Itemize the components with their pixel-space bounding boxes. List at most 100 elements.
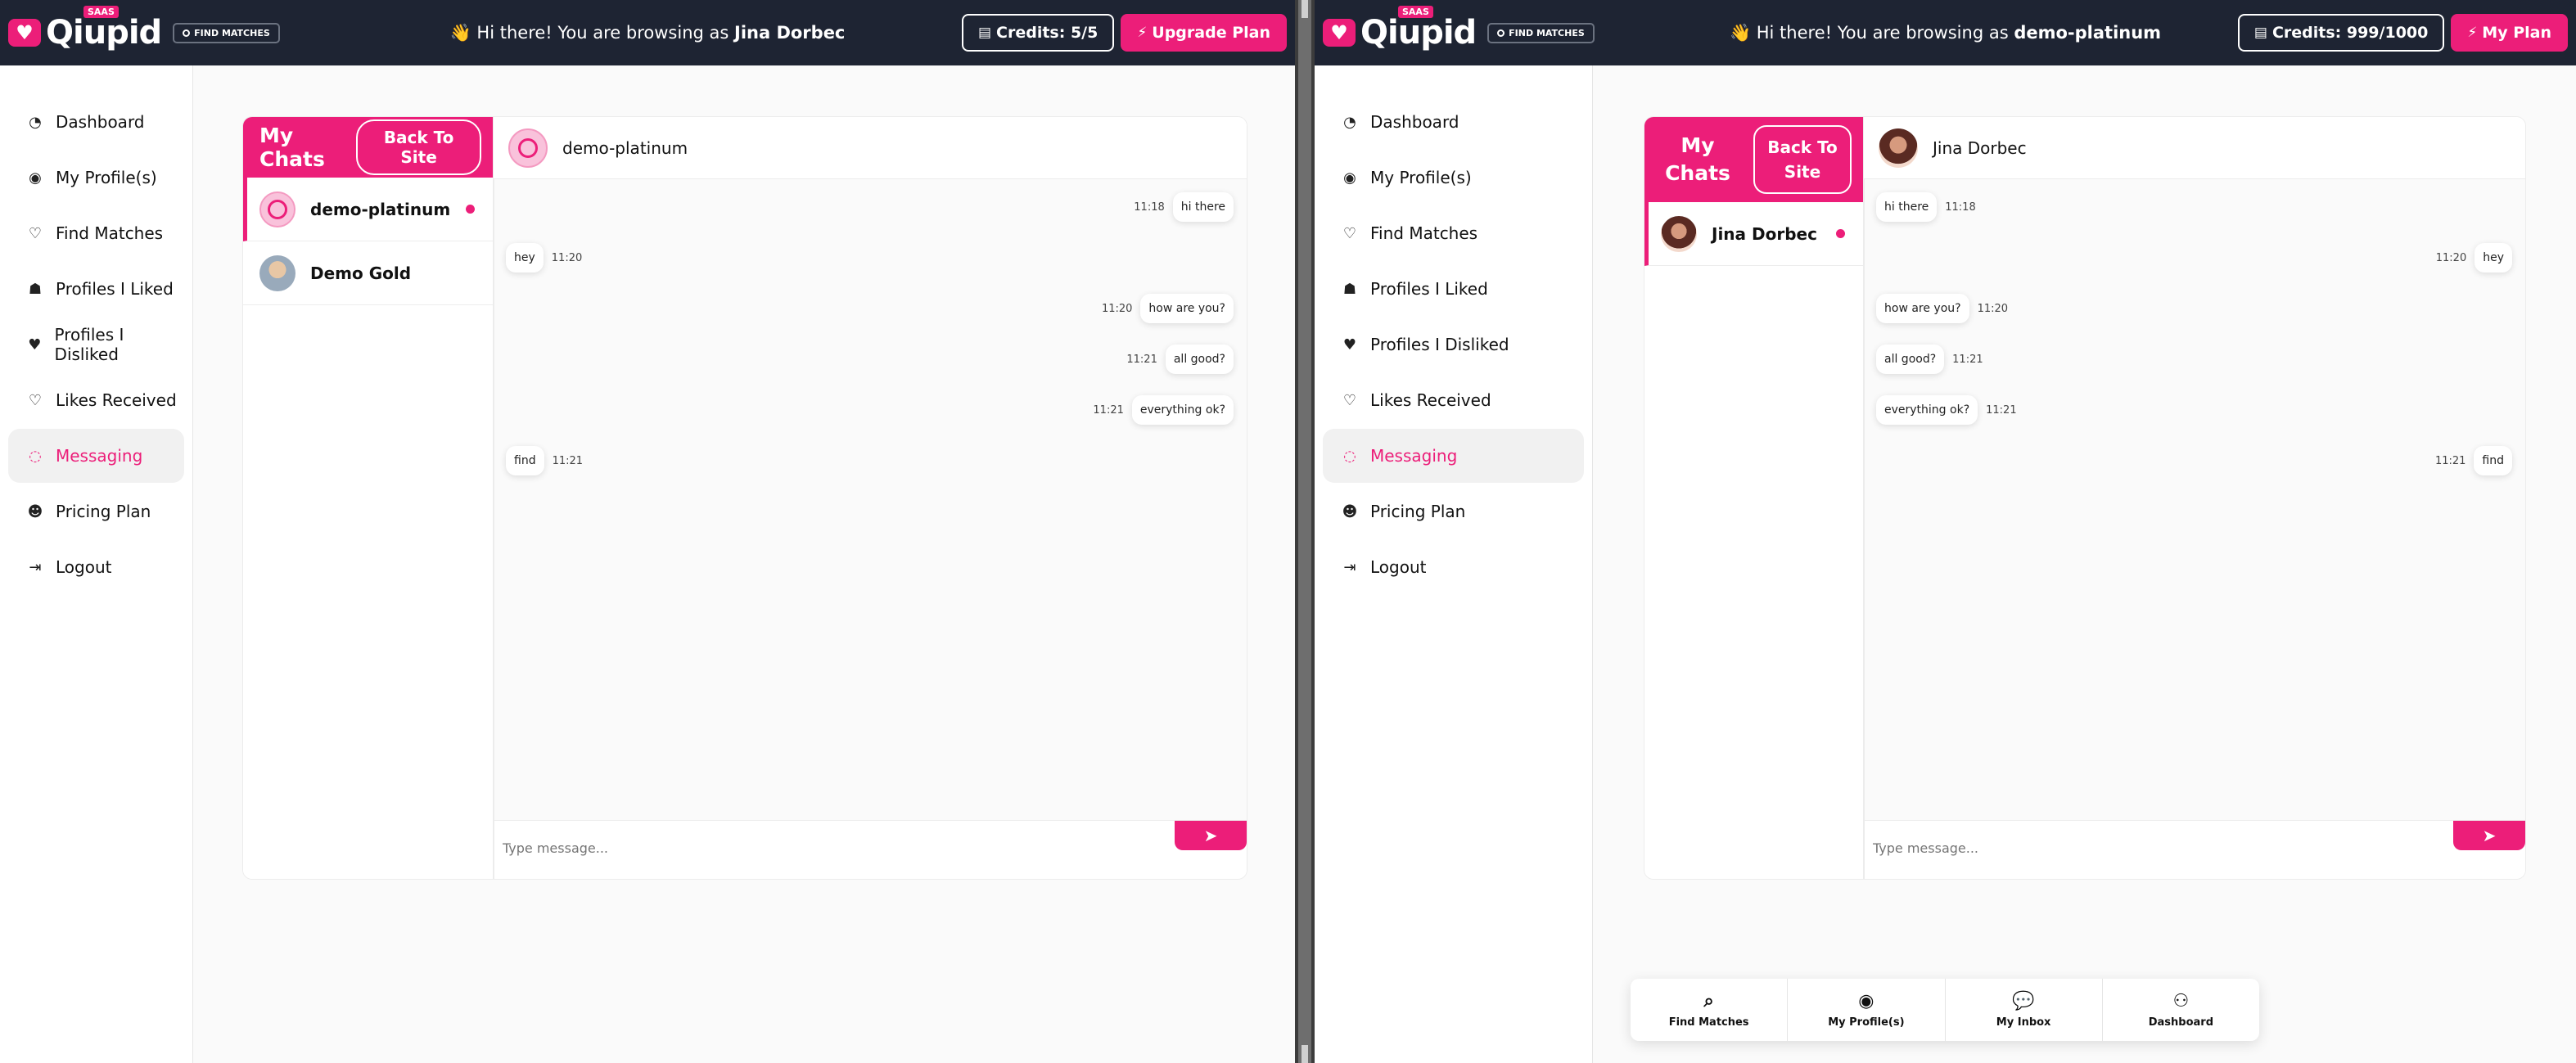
avatar bbox=[508, 128, 548, 168]
sidebar-item-find-matches[interactable]: ♡ Find Matches bbox=[1323, 206, 1584, 260]
top-bar: ♥ Qiupid SAAS FIND MATCHES 👋 Hi there! Y… bbox=[1315, 0, 2576, 65]
unread-dot bbox=[466, 205, 475, 214]
top-actions: ▤ Credits: 5/5 ⚡ Upgrade Plan bbox=[961, 14, 1287, 52]
logo[interactable]: ♥ Qiupid SAAS bbox=[8, 6, 162, 52]
broken-heart-icon: ♥ bbox=[28, 336, 42, 354]
sidebar-item-label: Messaging bbox=[56, 446, 143, 466]
broken-heart-icon: ♥ bbox=[1342, 336, 1357, 354]
sidebar-item-label: Find Matches bbox=[1370, 223, 1478, 243]
sidebar-item-label: Logout bbox=[56, 557, 112, 577]
bolt-icon: ⚡ bbox=[1137, 25, 1148, 41]
sidebar-item-logout[interactable]: ⇥ Logout bbox=[1323, 540, 1584, 594]
bottom-nav-label: My Profile(s) bbox=[1828, 1016, 1905, 1029]
sidebar-item-messaging[interactable]: ◌ Messaging bbox=[1323, 429, 1584, 483]
sidebar-item-label: Profiles I Disliked bbox=[54, 325, 124, 364]
find-matches-label: FIND MATCHES bbox=[1509, 27, 1585, 38]
message-bubble: hi there bbox=[1876, 192, 1938, 222]
message-time: 11:20 bbox=[1101, 302, 1133, 315]
back-to-site-button[interactable]: Back To Site bbox=[356, 119, 481, 175]
window-divider[interactable] bbox=[1295, 0, 1315, 1063]
greeting-user: demo-platinum bbox=[2014, 22, 2162, 43]
bottom-nav-find-matches[interactable]: ⌕ Find Matches bbox=[1631, 979, 1789, 1041]
chat-item-jina-dorbec[interactable]: Jina Dorbec bbox=[1644, 202, 1863, 266]
sidebar-item-profiles-i-liked[interactable]: ☗ Profiles I Liked bbox=[8, 262, 184, 316]
sidebar-item-profiles-i-disliked[interactable]: ♥ Profiles I Disliked bbox=[8, 318, 184, 372]
upgrade-plan-button[interactable]: ⚡ Upgrade Plan bbox=[1121, 14, 1287, 52]
message-bubble: find bbox=[2474, 446, 2512, 475]
send-icon: ➤ bbox=[1203, 826, 1218, 845]
sidebar-item-messaging[interactable]: ◌ Messaging bbox=[8, 429, 184, 483]
sidebar-item-profiles-i-disliked[interactable]: ♥ Profiles I Disliked bbox=[1323, 318, 1584, 372]
bottom-nav-my-inbox[interactable]: 💬 My Inbox bbox=[1946, 979, 2103, 1041]
message-input[interactable] bbox=[494, 821, 1175, 862]
chat-item-demo-platinum[interactable]: demo-platinum bbox=[243, 178, 493, 241]
my-chats-title: My Chats bbox=[259, 124, 325, 171]
logo[interactable]: ♥ Qiupid SAAS bbox=[1323, 6, 1477, 52]
message: all good? 11:21 bbox=[1126, 345, 1234, 374]
message-input[interactable] bbox=[1865, 821, 2453, 862]
bottom-nav: ⌕ Find Matches ◉ My Profile(s) 💬 My Inbo… bbox=[1631, 979, 2259, 1041]
sidebar-item-find-matches[interactable]: ♡ Find Matches bbox=[8, 206, 184, 260]
avatar bbox=[259, 254, 295, 291]
sidebar-item-dashboard[interactable]: ◔ Dashboard bbox=[1323, 95, 1584, 149]
my-plan-button[interactable]: ⚡ My Plan bbox=[2451, 14, 2568, 52]
message-list: hi there 11:18 hey 11:20 how are you? 11:20 al… bbox=[494, 179, 1247, 820]
user-hand-icon: ☗ bbox=[1342, 280, 1357, 298]
sidebar-item-logout[interactable]: ⇥ Logout bbox=[8, 540, 184, 594]
back-to-site-button[interactable]: Back To Site bbox=[1753, 125, 1852, 194]
chat-item-name: Demo Gold bbox=[310, 263, 412, 283]
message: find 11:21 bbox=[506, 446, 583, 475]
chat-icon: 💬 bbox=[2012, 991, 2035, 1011]
bottom-nav-label: Dashboard bbox=[2148, 1016, 2214, 1029]
chat-list: My Chats Back To Site Jina Dorbec bbox=[1644, 117, 1864, 879]
bottom-nav-my-profiles[interactable]: ◉ My Profile(s) bbox=[1788, 979, 1946, 1041]
message-bubble: hey bbox=[506, 243, 544, 273]
sidebar-item-pricing-plan[interactable]: ☻ Pricing Plan bbox=[1323, 484, 1584, 538]
scroll-up-handle[interactable] bbox=[1302, 0, 1308, 18]
sidebar-item-label: Pricing Plan bbox=[56, 502, 151, 521]
bottom-nav-label: Find Matches bbox=[1668, 1016, 1749, 1029]
send-button[interactable]: ➤ bbox=[1175, 821, 1247, 850]
credits-button[interactable]: ▤ Credits: 5/5 bbox=[961, 14, 1115, 52]
sidebar-item-label: Pricing Plan bbox=[1370, 502, 1466, 521]
message-time: 11:18 bbox=[1134, 200, 1165, 214]
users-icon: ☻ bbox=[1342, 502, 1358, 520]
saas-badge: SAAS bbox=[1398, 6, 1433, 18]
sidebar-item-my-profile-s[interactable]: ◉ My Profile(s) bbox=[1323, 151, 1584, 205]
sidebar-item-profiles-i-liked[interactable]: ☗ Profiles I Liked bbox=[1323, 262, 1584, 316]
sidebar: ◔ Dashboard ◉ My Profile(s) ♡ Find Matches ☗ Pr… bbox=[1315, 65, 1593, 1063]
message-bubble: how are you? bbox=[1876, 294, 1969, 323]
message: everything ok? 11:21 bbox=[1876, 395, 2017, 425]
message-time: 11:18 bbox=[1945, 200, 1976, 214]
conversation-header: demo-platinum bbox=[494, 117, 1247, 179]
sidebar-item-likes-received[interactable]: ♡ Likes Received bbox=[8, 373, 184, 427]
message: how are you? 11:20 bbox=[1876, 294, 2008, 323]
message-bubble: everything ok? bbox=[1876, 395, 1978, 425]
message: hey 11:20 bbox=[2436, 243, 2512, 273]
greeting-prefix: 👋 Hi there! You are browsing as bbox=[1729, 22, 2014, 43]
message-composer: ➤ bbox=[494, 820, 1247, 879]
chat-icon: ◌ bbox=[29, 447, 42, 465]
credits-button[interactable]: ▤ Credits: 999/1000 bbox=[2237, 14, 2445, 52]
bottom-nav-dashboard[interactable]: ⚇ Dashboard bbox=[2103, 979, 2259, 1041]
message-time: 11:21 bbox=[2434, 454, 2466, 467]
message-bubble: all good? bbox=[1165, 345, 1234, 374]
scroll-down-handle[interactable] bbox=[1302, 1045, 1308, 1063]
send-button[interactable]: ➤ bbox=[2453, 821, 2525, 850]
user-circle-icon: ◉ bbox=[1343, 169, 1356, 187]
heart-icon: ♡ bbox=[28, 391, 43, 409]
message-time: 11:20 bbox=[1977, 302, 2009, 315]
sidebar-item-my-profile-s[interactable]: ◉ My Profile(s) bbox=[8, 151, 184, 205]
sidebar-item-pricing-plan[interactable]: ☻ Pricing Plan bbox=[8, 484, 184, 538]
chat-item-demo-gold[interactable]: Demo Gold bbox=[243, 241, 493, 305]
find-matches-pill[interactable]: FIND MATCHES bbox=[1487, 22, 1595, 43]
conversation: demo-platinum hi there 11:18 hey 11:20 how a… bbox=[494, 117, 1247, 879]
sidebar-item-dashboard[interactable]: ◔ Dashboard bbox=[8, 95, 184, 149]
message-bubble: hey bbox=[2474, 243, 2512, 273]
user-circle-icon: ◉ bbox=[29, 169, 42, 187]
find-matches-pill[interactable]: FIND MATCHES bbox=[173, 22, 280, 43]
circle-icon bbox=[183, 29, 191, 37]
top-actions: ▤ Credits: 999/1000 ⚡ My Plan bbox=[2237, 14, 2568, 52]
message: hi there 11:18 bbox=[1134, 192, 1234, 222]
sidebar-item-likes-received[interactable]: ♡ Likes Received bbox=[1323, 373, 1584, 427]
